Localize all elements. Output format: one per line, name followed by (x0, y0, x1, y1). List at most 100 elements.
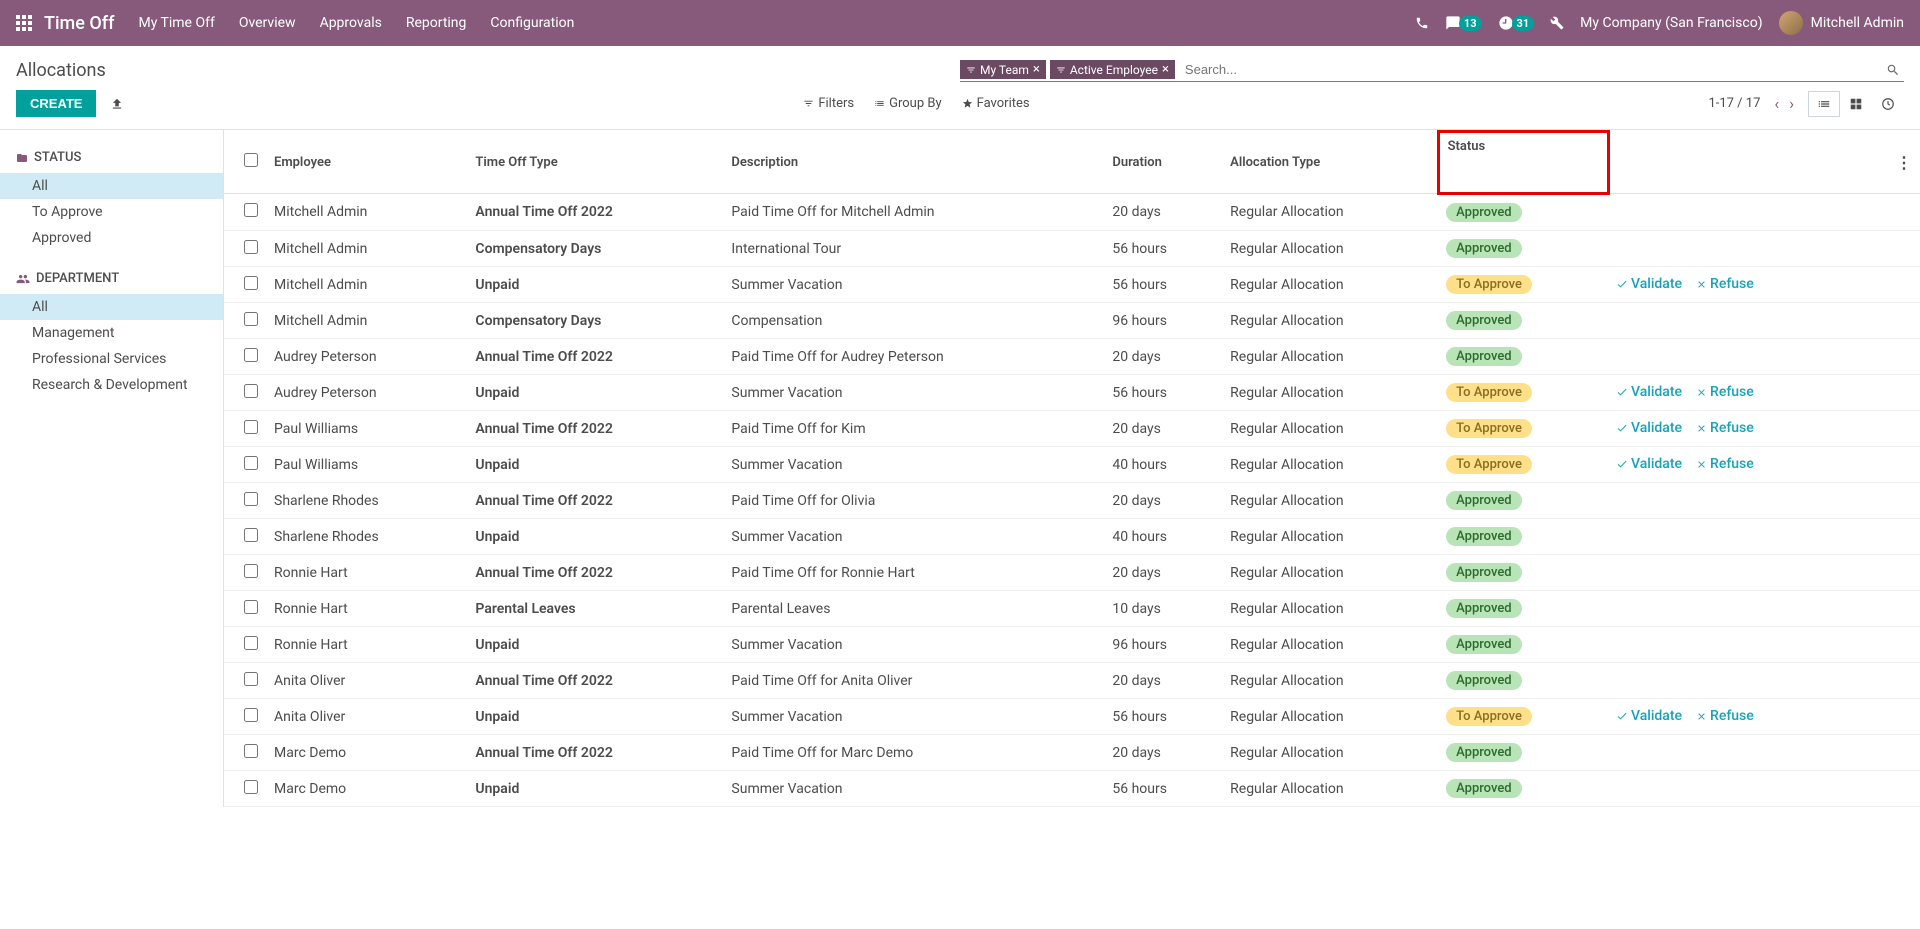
group-by-button[interactable]: Group By (874, 96, 942, 111)
table-row[interactable]: Mitchell AdminAnnual Time Off 2022Paid T… (224, 194, 1920, 231)
refuse-button[interactable]: Refuse (1696, 276, 1754, 292)
col-description[interactable]: Description (723, 132, 1104, 194)
view-list[interactable] (1808, 91, 1840, 117)
refuse-button[interactable]: Refuse (1696, 708, 1754, 724)
row-checkbox[interactable] (244, 276, 258, 290)
menu-my-time-off[interactable]: My Time Off (138, 15, 214, 31)
cell-actions: Validate Refuse (1608, 267, 1888, 303)
filters-button[interactable]: Filters (803, 96, 854, 111)
row-checkbox[interactable] (244, 456, 258, 470)
table-row[interactable]: Marc DemoUnpaidSummer Vacation56 hoursRe… (224, 771, 1920, 807)
table-row[interactable]: Sharlene RhodesUnpaidSummer Vacation40 h… (224, 519, 1920, 555)
table-row[interactable]: Mitchell AdminCompensatory DaysCompensat… (224, 303, 1920, 339)
menu-approvals[interactable]: Approvals (320, 15, 382, 31)
company-selector[interactable]: My Company (San Francisco) (1580, 15, 1762, 31)
sidebar-dept-rd[interactable]: Research & Development (0, 372, 223, 398)
row-checkbox[interactable] (244, 492, 258, 506)
row-checkbox[interactable] (244, 744, 258, 758)
remove-filter-icon[interactable]: × (1033, 62, 1040, 77)
cell-empty (1888, 231, 1920, 267)
create-button[interactable]: CREATE (16, 90, 96, 117)
phone-icon[interactable] (1415, 16, 1429, 30)
status-badge: To Approve (1446, 383, 1532, 402)
validate-button[interactable]: Validate (1616, 420, 1682, 436)
sidebar-status-all[interactable]: All (0, 173, 223, 199)
table-row[interactable]: Mitchell AdminUnpaidSummer Vacation56 ho… (224, 267, 1920, 303)
app-brand[interactable]: Time Off (44, 13, 114, 34)
activities-icon[interactable]: 31 (1498, 15, 1535, 31)
menu-reporting[interactable]: Reporting (406, 15, 467, 31)
search-icon[interactable] (1882, 59, 1904, 81)
table-row[interactable]: Ronnie HartAnnual Time Off 2022Paid Time… (224, 555, 1920, 591)
table-row[interactable]: Mitchell AdminCompensatory DaysInternati… (224, 231, 1920, 267)
col-duration[interactable]: Duration (1104, 132, 1222, 194)
upload-icon[interactable] (110, 97, 124, 111)
remove-filter-icon[interactable]: × (1162, 62, 1169, 77)
col-status[interactable]: Status (1438, 132, 1608, 194)
menu-overview[interactable]: Overview (239, 15, 296, 31)
sidebar-status-to-approve[interactable]: To Approve (0, 199, 223, 225)
table-row[interactable]: Paul WilliamsUnpaidSummer Vacation40 hou… (224, 447, 1920, 483)
row-checkbox[interactable] (244, 203, 258, 217)
sidebar-status-approved[interactable]: Approved (0, 225, 223, 251)
view-activity[interactable] (1872, 91, 1904, 117)
row-checkbox[interactable] (244, 420, 258, 434)
table-row[interactable]: Marc DemoAnnual Time Off 2022Paid Time O… (224, 735, 1920, 771)
validate-button[interactable]: Validate (1616, 276, 1682, 292)
table-row[interactable]: Ronnie HartParental LeavesParental Leave… (224, 591, 1920, 627)
cell-description: Parental Leaves (723, 591, 1104, 627)
col-options[interactable]: ⋮ (1888, 132, 1920, 194)
refuse-button[interactable]: Refuse (1696, 420, 1754, 436)
refuse-button[interactable]: Refuse (1696, 456, 1754, 472)
favorites-button[interactable]: Favorites (962, 96, 1030, 111)
view-kanban[interactable] (1840, 91, 1872, 117)
pager-next[interactable]: › (1789, 94, 1794, 113)
filter-tag-my-team[interactable]: My Team × (960, 60, 1046, 79)
row-checkbox[interactable] (244, 672, 258, 686)
table-row[interactable]: Audrey PetersonAnnual Time Off 2022Paid … (224, 339, 1920, 375)
messages-icon[interactable]: 13 (1445, 15, 1482, 31)
row-checkbox[interactable] (244, 348, 258, 362)
row-checkbox[interactable] (244, 312, 258, 326)
row-checkbox[interactable] (244, 708, 258, 722)
pager-prev[interactable]: ‹ (1774, 94, 1779, 113)
table-row[interactable]: Audrey PetersonUnpaidSummer Vacation56 h… (224, 375, 1920, 411)
table-row[interactable]: Ronnie HartUnpaidSummer Vacation96 hours… (224, 627, 1920, 663)
validate-button[interactable]: Validate (1616, 708, 1682, 724)
table-row[interactable]: Paul WilliamsAnnual Time Off 2022Paid Ti… (224, 411, 1920, 447)
row-checkbox[interactable] (244, 384, 258, 398)
cell-status: Approved (1438, 663, 1608, 699)
cell-employee: Marc Demo (266, 735, 467, 771)
validate-button[interactable]: Validate (1616, 384, 1682, 400)
search-input[interactable] (1179, 58, 1878, 81)
row-checkbox[interactable] (244, 564, 258, 578)
row-checkbox[interactable] (244, 600, 258, 614)
refuse-button[interactable]: Refuse (1696, 384, 1754, 400)
table-row[interactable]: Sharlene RhodesAnnual Time Off 2022Paid … (224, 483, 1920, 519)
cell-employee: Mitchell Admin (266, 267, 467, 303)
cell-employee: Anita Oliver (266, 663, 467, 699)
row-checkbox[interactable] (244, 240, 258, 254)
sidebar-dept-professional[interactable]: Professional Services (0, 346, 223, 372)
apps-icon[interactable] (16, 15, 32, 31)
col-type[interactable]: Time Off Type (467, 132, 723, 194)
table-row[interactable]: Anita OliverAnnual Time Off 2022Paid Tim… (224, 663, 1920, 699)
pager[interactable]: 1-17 / 17 (1708, 96, 1760, 111)
select-all-checkbox[interactable] (244, 153, 258, 167)
row-checkbox[interactable] (244, 780, 258, 794)
debug-icon[interactable] (1550, 16, 1564, 30)
user-menu[interactable]: Mitchell Admin (1779, 11, 1904, 35)
table-row[interactable]: Anita OliverUnpaidSummer Vacation56 hour… (224, 699, 1920, 735)
cell-description: Summer Vacation (723, 447, 1104, 483)
row-checkbox[interactable] (244, 636, 258, 650)
status-badge: Approved (1446, 779, 1522, 798)
validate-button[interactable]: Validate (1616, 456, 1682, 472)
sidebar-dept-management[interactable]: Management (0, 320, 223, 346)
filter-tag-active-employee[interactable]: Active Employee × (1050, 60, 1175, 79)
row-checkbox[interactable] (244, 528, 258, 542)
col-allocation[interactable]: Allocation Type (1222, 132, 1438, 194)
sidebar-dept-all[interactable]: All (0, 294, 223, 320)
menu-configuration[interactable]: Configuration (490, 15, 574, 31)
status-badge: Approved (1446, 635, 1522, 654)
col-employee[interactable]: Employee (266, 132, 467, 194)
